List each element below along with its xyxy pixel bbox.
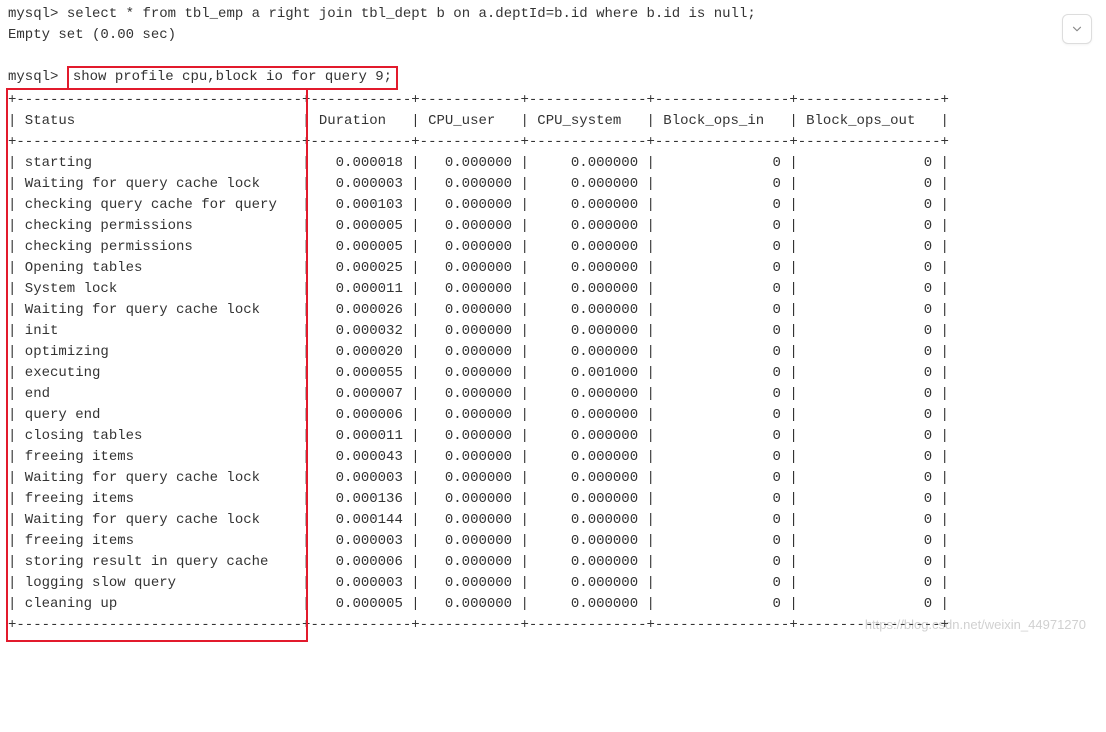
table-row: | freeing items | 0.000043 | 0.000000 | … xyxy=(8,447,1098,468)
profile-table: +----------------------------------+----… xyxy=(8,90,1098,636)
blank-line xyxy=(8,46,1098,67)
table-header-row: | Status | Duration | CPU_user | CPU_sys… xyxy=(8,111,1098,132)
table-row: | query end | 0.000006 | 0.000000 | 0.00… xyxy=(8,405,1098,426)
table-row: | storing result in query cache | 0.0000… xyxy=(8,552,1098,573)
table-border-top: +----------------------------------+----… xyxy=(8,90,1098,111)
table-row: | Waiting for query cache lock | 0.00014… xyxy=(8,510,1098,531)
expand-button[interactable] xyxy=(1062,14,1092,44)
table-border-mid: +----------------------------------+----… xyxy=(8,132,1098,153)
table-row: | freeing items | 0.000136 | 0.000000 | … xyxy=(8,489,1098,510)
table-row: | logging slow query | 0.000003 | 0.0000… xyxy=(8,573,1098,594)
table-row: | checking permissions | 0.000005 | 0.00… xyxy=(8,237,1098,258)
table-row: | starting | 0.000018 | 0.000000 | 0.000… xyxy=(8,153,1098,174)
table-row: | System lock | 0.000011 | 0.000000 | 0.… xyxy=(8,279,1098,300)
prompt: mysql> xyxy=(8,69,58,85)
table-row: | closing tables | 0.000011 | 0.000000 |… xyxy=(8,426,1098,447)
prompt: mysql> xyxy=(8,6,58,22)
table-row: | Opening tables | 0.000025 | 0.000000 |… xyxy=(8,258,1098,279)
table-row: | cleaning up | 0.000005 | 0.000000 | 0.… xyxy=(8,594,1098,615)
table-border-bottom: +----------------------------------+----… xyxy=(8,615,1098,636)
sql-query-line: mysql> select * from tbl_emp a right joi… xyxy=(8,4,1098,25)
table-row: | optimizing | 0.000020 | 0.000000 | 0.0… xyxy=(8,342,1098,363)
table-row: | freeing items | 0.000003 | 0.000000 | … xyxy=(8,531,1098,552)
table-row: | init | 0.000032 | 0.000000 | 0.000000 … xyxy=(8,321,1098,342)
table-row: | checking permissions | 0.000005 | 0.00… xyxy=(8,216,1098,237)
table-row: | end | 0.000007 | 0.000000 | 0.000000 |… xyxy=(8,384,1098,405)
table-row: | Waiting for query cache lock | 0.00002… xyxy=(8,300,1098,321)
table-row: | Waiting for query cache lock | 0.00000… xyxy=(8,174,1098,195)
query-result: Empty set (0.00 sec) xyxy=(8,25,1098,46)
table-row: | Waiting for query cache lock | 0.00000… xyxy=(8,468,1098,489)
sql-query: select * from tbl_emp a right join tbl_d… xyxy=(67,6,756,22)
table-row: | checking query cache for query | 0.000… xyxy=(8,195,1098,216)
chevron-down-icon xyxy=(1070,22,1084,36)
table-row: | executing | 0.000055 | 0.000000 | 0.00… xyxy=(8,363,1098,384)
profile-command: show profile cpu,block io for query 9; xyxy=(73,69,392,85)
profile-command-line: mysql> show profile cpu,block io for que… xyxy=(8,67,1098,88)
profile-command-highlight: show profile cpu,block io for query 9; xyxy=(67,66,398,90)
